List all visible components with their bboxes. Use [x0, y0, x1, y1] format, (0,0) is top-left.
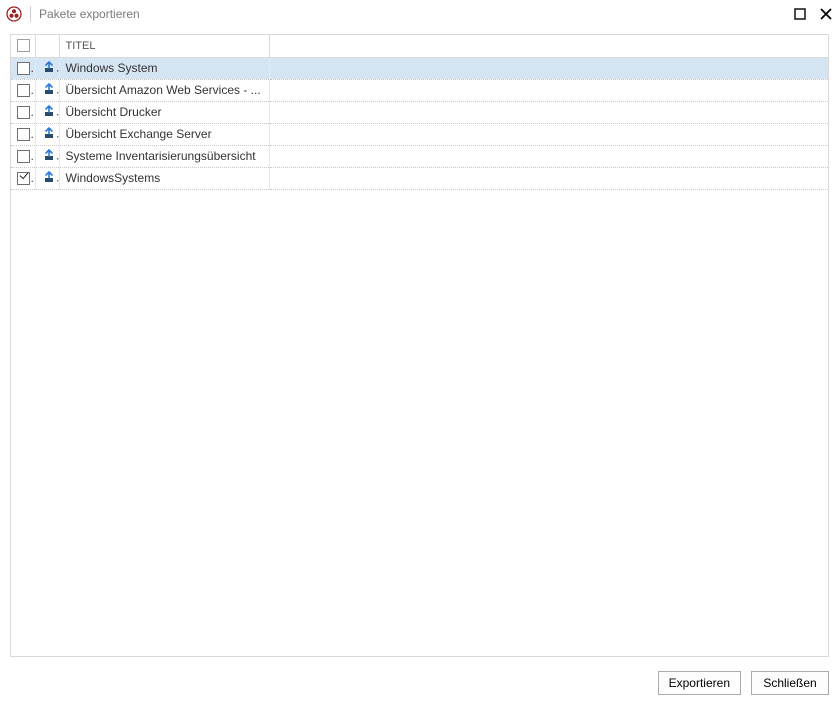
row-title-cell: Übersicht Drucker	[59, 101, 269, 123]
row-title-cell: Systeme Inventarisierungsübersicht	[59, 145, 269, 167]
package-icon	[42, 82, 56, 99]
header-title-cell[interactable]: TITEL	[59, 35, 269, 57]
table-row[interactable]: Systeme Inventarisierungsübersicht	[11, 145, 828, 167]
row-checkbox[interactable]	[17, 128, 30, 141]
row-icon-cell	[35, 79, 59, 101]
row-icon-cell	[35, 57, 59, 79]
row-title-cell: Übersicht Amazon Web Services - ...	[59, 79, 269, 101]
select-all-checkbox[interactable]	[17, 39, 30, 52]
row-icon-cell	[35, 123, 59, 145]
package-icon	[42, 126, 56, 143]
row-checkbox[interactable]	[17, 62, 30, 75]
footer: Exportieren Schließen	[658, 671, 829, 695]
table-row[interactable]: WindowsSystems	[11, 167, 828, 189]
package-icon	[42, 170, 56, 187]
row-empty-cell	[269, 167, 828, 189]
row-title-cell: Übersicht Exchange Server	[59, 123, 269, 145]
close-button[interactable]: Schließen	[751, 671, 829, 695]
package-icon	[42, 104, 56, 121]
row-checkbox[interactable]	[17, 106, 30, 119]
row-checkbox[interactable]	[17, 150, 30, 163]
header-icon-cell	[35, 35, 59, 57]
maximize-icon[interactable]	[793, 7, 807, 21]
row-checkbox-cell	[11, 167, 35, 189]
table-row[interactable]: Übersicht Amazon Web Services - ...	[11, 79, 828, 101]
row-checkbox-cell	[11, 123, 35, 145]
row-checkbox-cell	[11, 79, 35, 101]
row-title-cell: Windows System	[59, 57, 269, 79]
header-empty-cell	[269, 35, 828, 57]
package-icon	[42, 148, 56, 165]
row-checkbox-cell	[11, 101, 35, 123]
export-button[interactable]: Exportieren	[658, 671, 741, 695]
row-icon-cell	[35, 167, 59, 189]
row-checkbox[interactable]	[17, 172, 30, 185]
table-row[interactable]: Übersicht Drucker	[11, 101, 828, 123]
row-empty-cell	[269, 101, 828, 123]
table-row[interactable]: Übersicht Exchange Server	[11, 123, 828, 145]
table-row[interactable]: Windows System	[11, 57, 828, 79]
row-empty-cell	[269, 123, 828, 145]
table-container: TITEL Windows SystemÜbersicht Amazon Web…	[10, 34, 829, 657]
titlebar: Pakete exportieren	[0, 0, 839, 28]
window-title: Pakete exportieren	[39, 7, 793, 21]
app-icon	[6, 6, 22, 22]
header-checkbox-cell	[11, 35, 35, 57]
close-icon[interactable]	[819, 7, 833, 21]
row-checkbox[interactable]	[17, 84, 30, 97]
row-title-cell: WindowsSystems	[59, 167, 269, 189]
titlebar-divider	[30, 6, 31, 22]
row-empty-cell	[269, 57, 828, 79]
row-empty-cell	[269, 79, 828, 101]
window-controls	[793, 7, 833, 21]
row-checkbox-cell	[11, 57, 35, 79]
row-checkbox-cell	[11, 145, 35, 167]
row-icon-cell	[35, 101, 59, 123]
row-icon-cell	[35, 145, 59, 167]
row-empty-cell	[269, 145, 828, 167]
packages-table: TITEL Windows SystemÜbersicht Amazon Web…	[11, 35, 828, 190]
package-icon	[42, 60, 56, 77]
